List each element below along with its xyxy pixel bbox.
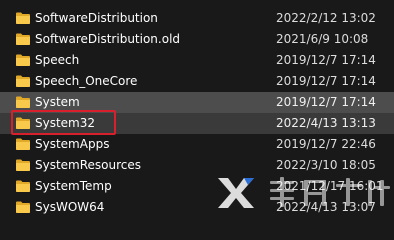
file-date: 2019/12/7 22:46 [276, 137, 376, 151]
file-date: 2022/4/13 13:13 [276, 116, 376, 130]
file-name: SystemApps [35, 137, 110, 151]
folder-icon [16, 138, 30, 150]
list-item[interactable]: SystemApps 2019/12/7 22:46 [0, 134, 394, 155]
file-name: Speech_OneCore [35, 74, 138, 88]
folder-icon [16, 180, 30, 192]
file-date: 2022/2/12 13:02 [276, 11, 376, 25]
folder-icon [16, 54, 30, 66]
file-name: Speech [35, 53, 80, 67]
file-name: SystemTemp [35, 179, 112, 193]
folder-icon [16, 201, 30, 213]
list-item[interactable]: Speech_OneCore 2019/12/7 17:14 [0, 71, 394, 92]
file-name: System [35, 95, 80, 109]
file-name: SoftwareDistribution.old [35, 32, 181, 46]
list-item[interactable]: Speech 2019/12/7 17:14 [0, 50, 394, 71]
x-logo-icon [218, 178, 254, 208]
list-item[interactable]: SoftwareDistribution 2022/2/12 13:02 [0, 8, 394, 29]
folder-icon [16, 96, 30, 108]
file-name: SystemResources [35, 158, 142, 172]
file-date: 2019/12/7 17:14 [276, 74, 376, 88]
file-date: 2021/6/9 10:08 [276, 32, 369, 46]
folder-icon [16, 159, 30, 171]
file-date: 2019/12/7 17:14 [276, 53, 376, 67]
file-date: 2019/12/7 17:14 [276, 95, 376, 109]
folder-icon [16, 12, 30, 24]
file-name: SoftwareDistribution [35, 11, 158, 25]
file-name: SysWOW64 [35, 200, 105, 214]
highlight-box [11, 110, 116, 135]
list-item[interactable]: SoftwareDistribution.old 2021/6/9 10:08 [0, 29, 394, 50]
folder-icon [16, 75, 30, 87]
folder-icon [16, 33, 30, 45]
watermark [218, 177, 390, 208]
